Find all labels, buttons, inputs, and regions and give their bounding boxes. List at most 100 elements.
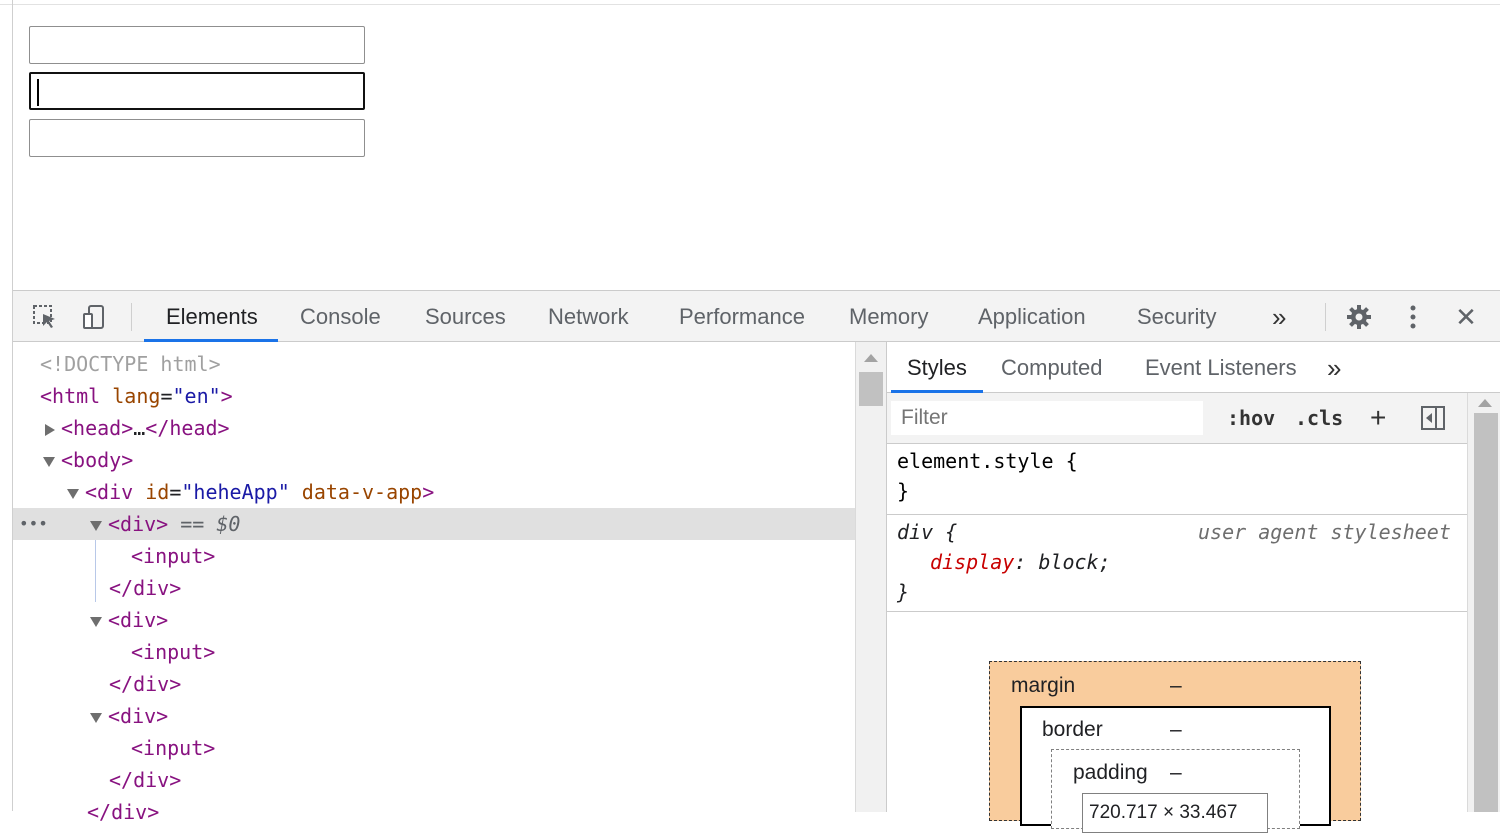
inspect-element-icon[interactable] bbox=[31, 303, 59, 331]
collapse-arrow-icon[interactable] bbox=[90, 520, 102, 531]
tab-computed[interactable]: Computed bbox=[1001, 342, 1103, 392]
selected-node-marker: == $0 bbox=[180, 512, 241, 536]
styles-filter-input[interactable] bbox=[891, 401, 1203, 435]
margin-value[interactable]: – bbox=[1170, 674, 1182, 698]
dom-app-div[interactable]: <div id="heheApp" data-v-app> bbox=[67, 476, 434, 508]
text-input-1[interactable] bbox=[29, 26, 365, 64]
dom-div-1[interactable]: <div> == $0 bbox=[90, 508, 240, 540]
more-style-tabs-button[interactable]: » bbox=[1327, 342, 1341, 392]
border-label: border bbox=[1042, 718, 1103, 741]
element-style-close: } bbox=[897, 479, 910, 503]
display-value: block; bbox=[1038, 550, 1111, 574]
dom-tree-scrollbar[interactable] bbox=[855, 342, 887, 812]
expand-arrow-icon[interactable] bbox=[45, 423, 55, 436]
styles-sidebar: Styles Computed Event Listeners » :hov .… bbox=[887, 342, 1500, 833]
display-declaration[interactable]: display: block; bbox=[930, 547, 1111, 577]
tab-styles[interactable]: Styles bbox=[907, 342, 967, 392]
element-style-rule: element.style { } bbox=[887, 444, 1467, 515]
elements-dom-tree: <!DOCTYPE html> <html lang="en"> <head>…… bbox=[13, 342, 855, 824]
styles-tab-bar: Styles Computed Event Listeners » bbox=[887, 342, 1500, 393]
div-open-tag: <div> bbox=[108, 608, 169, 632]
display-property: display bbox=[930, 550, 1015, 574]
styles-scrollbar[interactable] bbox=[1467, 393, 1500, 812]
text-caret bbox=[37, 79, 39, 106]
tab-network[interactable]: Network bbox=[548, 291, 629, 341]
div-close-tag: </div> bbox=[87, 800, 160, 824]
tab-event-listeners[interactable]: Event Listeners bbox=[1145, 342, 1297, 392]
dom-doctype[interactable]: <!DOCTYPE html> bbox=[40, 348, 221, 380]
padding-label: padding bbox=[1073, 761, 1148, 784]
ua-div-rule: div { user agent stylesheet display: blo… bbox=[887, 515, 1467, 612]
tab-console[interactable]: Console bbox=[300, 291, 381, 341]
scrollbar-thumb[interactable] bbox=[859, 372, 883, 406]
dom-div-3-close[interactable]: </div> bbox=[109, 764, 181, 796]
padding-value[interactable]: – bbox=[1170, 761, 1182, 785]
div-open-tag: <div> bbox=[108, 512, 169, 536]
tab-sources[interactable]: Sources bbox=[425, 291, 506, 341]
tab-elements[interactable]: Elements bbox=[166, 291, 258, 341]
div-rule-selector[interactable]: div { bbox=[897, 517, 957, 547]
content-size: 720.717 × 33.467 bbox=[1089, 802, 1238, 823]
dom-div-3[interactable]: <div> bbox=[90, 700, 168, 732]
dom-input-2[interactable]: <input> bbox=[131, 636, 215, 668]
dom-input-3[interactable]: <input> bbox=[131, 732, 215, 764]
input-tag: <input> bbox=[131, 640, 216, 664]
scroll-up-arrow-icon[interactable] bbox=[864, 354, 878, 362]
collapse-arrow-icon[interactable] bbox=[67, 488, 79, 499]
app-div-tag: <div bbox=[85, 480, 134, 504]
dom-input-1[interactable]: <input> bbox=[131, 540, 215, 572]
dom-div-1-close[interactable]: </div> bbox=[109, 572, 181, 604]
app-data-attr: data-v-app bbox=[301, 480, 423, 504]
text-input-3[interactable] bbox=[29, 119, 365, 157]
toolbar-separator-2 bbox=[1325, 303, 1326, 331]
collapse-arrow-icon[interactable] bbox=[90, 712, 102, 723]
div-rule-close: } bbox=[897, 580, 910, 604]
devtools-toolbar: Elements Console Sources Network Perform… bbox=[13, 291, 1500, 342]
dom-div-2-close[interactable]: </div> bbox=[109, 668, 181, 700]
body-tag: <body> bbox=[61, 448, 134, 472]
tab-memory[interactable]: Memory bbox=[849, 291, 928, 341]
tab-performance[interactable]: Performance bbox=[679, 291, 805, 341]
tab-application[interactable]: Application bbox=[978, 291, 1086, 341]
collapse-arrow-icon[interactable] bbox=[43, 456, 55, 467]
head-ellipsis: … bbox=[133, 416, 146, 440]
element-style-selector[interactable]: element.style { bbox=[897, 446, 1078, 476]
border-value[interactable]: – bbox=[1170, 718, 1182, 742]
tab-security[interactable]: Security bbox=[1137, 291, 1216, 341]
more-options-kebab-icon[interactable] bbox=[1399, 303, 1427, 331]
div-close-tag: </div> bbox=[109, 576, 182, 600]
nesting-guide-line bbox=[95, 540, 96, 602]
text-input-2-focused[interactable] bbox=[29, 72, 365, 110]
html-tag: <html bbox=[40, 384, 101, 408]
dom-div-2[interactable]: <div> bbox=[90, 604, 168, 636]
dom-head[interactable]: <head>…</head> bbox=[45, 412, 230, 444]
collapse-arrow-icon[interactable] bbox=[90, 616, 102, 627]
html-lang-attr: lang bbox=[112, 384, 161, 408]
app-id-value: "heheApp" bbox=[181, 480, 290, 504]
margin-label: margin bbox=[1011, 674, 1076, 697]
hover-state-toggle[interactable]: :hov bbox=[1227, 401, 1275, 435]
input-tag: <input> bbox=[131, 736, 216, 760]
head-open-tag: <head> bbox=[61, 416, 134, 440]
device-toolbar-icon[interactable] bbox=[80, 303, 108, 331]
dom-app-div-close[interactable]: </div> bbox=[87, 796, 159, 828]
styles-scrollbar-thumb[interactable] bbox=[1474, 413, 1498, 812]
head-close-tag: </head> bbox=[145, 416, 230, 440]
dom-html[interactable]: <html lang="en"> bbox=[40, 380, 233, 412]
app-id-attr: id bbox=[145, 480, 170, 504]
new-style-rule-button[interactable]: + bbox=[1370, 401, 1386, 435]
box-model-content[interactable]: 720.717 × 33.467 bbox=[1082, 793, 1268, 833]
row-actions-dots[interactable]: ••• bbox=[19, 508, 48, 540]
more-tabs-button[interactable]: » bbox=[1272, 291, 1286, 341]
close-devtools-icon[interactable]: ✕ bbox=[1452, 302, 1480, 332]
toolbar-separator bbox=[131, 303, 132, 331]
dom-body[interactable]: <body> bbox=[43, 444, 133, 476]
div-close-tag: </div> bbox=[109, 768, 182, 792]
scroll-up-arrow-icon[interactable] bbox=[1478, 399, 1492, 407]
toggle-sidebar-icon[interactable] bbox=[1419, 404, 1447, 432]
class-toggle[interactable]: .cls bbox=[1295, 401, 1343, 435]
settings-gear-icon[interactable] bbox=[1345, 303, 1373, 331]
doctype-text: <!DOCTYPE html> bbox=[40, 352, 221, 376]
user-agent-source: user agent stylesheet bbox=[1198, 520, 1451, 544]
page-viewport bbox=[13, 5, 1500, 290]
